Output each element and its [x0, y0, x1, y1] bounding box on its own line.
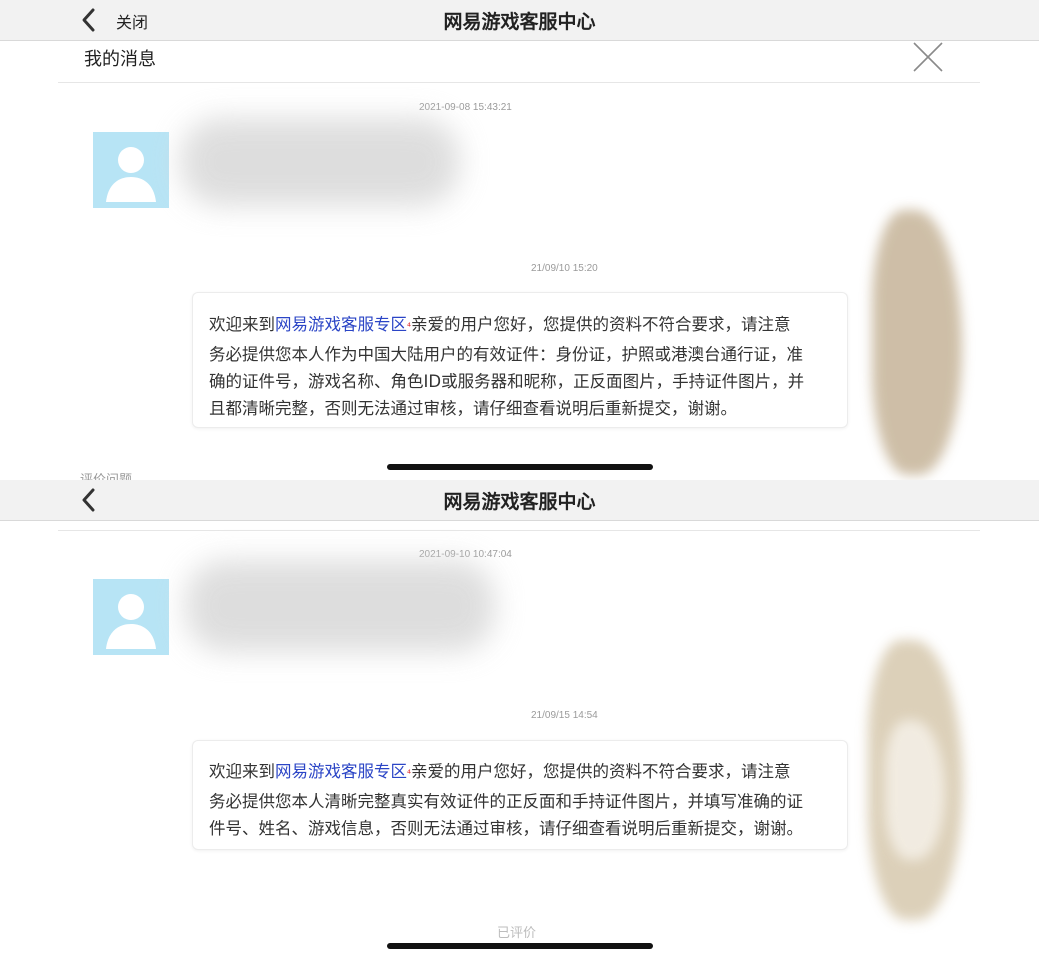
default-avatar-icon [106, 594, 156, 649]
redacted-message [185, 560, 495, 652]
reply-line: 且都清晰完整，否则无法通过审核，请仔细查看说明后重新提交，谢谢。 [209, 399, 737, 418]
page-title: 网易游戏客服中心 [443, 11, 596, 33]
close-button[interactable] [911, 40, 945, 78]
reply-text: 欢迎来到网易游戏客服专区⁴亲爱的用户您好，您提供的资料不符合要求，请注意 务必提… [209, 758, 839, 842]
home-indicator [387, 943, 653, 949]
section-title: 我的消息 [84, 49, 156, 70]
message-timestamp: 2021-09-08 15:43:21 [419, 102, 512, 113]
reply-line: 务必提供您本人清晰完整真实有效证件的正反面和手持证件图片，并填写准确的证 [209, 792, 803, 811]
reply-bubble: 欢迎来到网易游戏客服专区⁴亲爱的用户您好，您提供的资料不符合要求，请注意 务必提… [192, 740, 848, 850]
service-zone-link[interactable]: 网易游戏客服专区 [275, 762, 407, 781]
reply-line: 务必提供您本人作为中国大陆用户的有效证件：身份证，护照或港澳台通行证，准 [209, 345, 803, 364]
reply-line: 亲爱的用户您好，您提供的资料不符合要求，请注意 [411, 315, 791, 334]
reply-timestamp: 21/09/15 14:54 [531, 710, 598, 721]
home-indicator [387, 464, 653, 470]
redacted-message [180, 118, 460, 206]
service-zone-link[interactable]: 网易游戏客服专区 [275, 315, 407, 334]
page-title: 网易游戏客服中心 [443, 491, 596, 513]
avatar [93, 132, 169, 208]
rated-label: 已评价 [497, 926, 537, 941]
reply-prefix: 欢迎来到 [209, 762, 275, 781]
redaction-smear-highlight [885, 720, 945, 860]
divider [58, 530, 980, 531]
reply-line: 确的证件号，游戏名称、角色ID或服务器和昵称，正反面图片，手持证件图片，并 [209, 372, 805, 391]
redaction-smear [872, 210, 962, 475]
reply-line: 亲爱的用户您好，您提供的资料不符合要求，请注意 [411, 762, 791, 781]
cutoff-row: 评价问题 [80, 468, 180, 480]
reply-text: 欢迎来到网易游戏客服专区⁴亲爱的用户您好，您提供的资料不符合要求，请注意 务必提… [209, 311, 839, 422]
close-x-icon [913, 42, 943, 72]
rate-question-text: 评价问题 [80, 469, 180, 480]
reply-line: 件号、姓名、游戏信息，否则无法通过审核，请仔细查看说明后重新提交，谢谢。 [209, 819, 803, 838]
avatar [93, 579, 169, 655]
message-timestamp: 2021-09-10 10:47:04 [419, 549, 512, 560]
reply-prefix: 欢迎来到 [209, 315, 275, 334]
divider [58, 82, 980, 83]
default-avatar-icon [106, 147, 156, 202]
reply-timestamp: 21/09/10 15:20 [531, 263, 598, 274]
reply-bubble: 欢迎来到网易游戏客服专区⁴亲爱的用户您好，您提供的资料不符合要求，请注意 务必提… [192, 292, 848, 428]
